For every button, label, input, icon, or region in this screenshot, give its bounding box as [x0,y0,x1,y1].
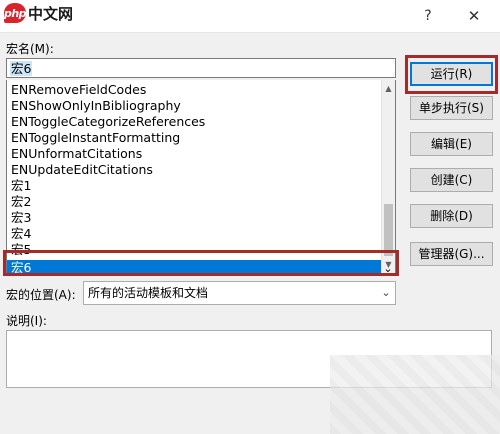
close-button[interactable]: ✕ [463,6,485,26]
list-item[interactable]: ENUpdateEditCitations [7,162,381,178]
location-select[interactable]: 所有的活动模板和文档 ⌄ [83,281,396,305]
list-item[interactable]: 宏5 [7,242,381,258]
selected-item-chevron-icon[interactable]: ⌄ [380,262,396,276]
list-item[interactable]: 宏3 [7,210,381,226]
list-item[interactable]: ENUnformatCitations [7,146,381,162]
location-value: 所有的活动模板和文档 [88,286,209,300]
watermark-blur [330,355,500,434]
location-label: 宏的位置(A): [6,288,76,302]
chevron-down-icon[interactable]: ⌄ [377,282,395,304]
list-item[interactable]: ENToggleInstantFormatting [7,130,381,146]
list-item-label: 宏6 [11,260,32,275]
watermark-logo: php 中文网 [4,2,73,24]
list-item[interactable]: ENShowOnlyInBibliography [7,98,381,114]
edit-button[interactable]: 编辑(E) [410,132,493,156]
macro-list[interactable]: ENRemoveFieldCodes ENShowOnlyInBibliogra… [6,80,396,276]
macro-name-label: 宏名(M): [6,42,54,56]
macro-name-value: 宏6 [10,61,33,76]
organizer-button[interactable]: 管理器(G)... [410,242,493,266]
create-button[interactable]: 创建(C) [410,168,493,192]
list-item[interactable]: 宏4 [7,226,381,242]
logo-badge: php [4,3,27,23]
description-label: 说明(I): [6,314,47,328]
list-item-selected[interactable]: 宏6 [7,260,381,275]
list-item[interactable]: ENToggleCategorizeReferences [7,114,381,130]
scroll-thumb[interactable] [384,204,393,256]
run-button[interactable]: 运行(R) [410,62,493,86]
delete-button[interactable]: 删除(D) [410,204,493,228]
help-button[interactable]: ? [417,6,439,26]
list-item[interactable]: 宏1 [7,178,381,194]
logo-text: 中文网 [28,4,74,23]
macro-name-input[interactable]: 宏6 [6,58,396,78]
list-item[interactable]: 宏2 [7,194,381,210]
scroll-up-icon[interactable]: ▲ [382,82,395,96]
list-item[interactable]: ENRemoveFieldCodes [7,82,381,98]
scrollbar[interactable]: ▲ ▼ [381,80,395,275]
step-button[interactable]: 单步执行(S) [410,96,493,120]
